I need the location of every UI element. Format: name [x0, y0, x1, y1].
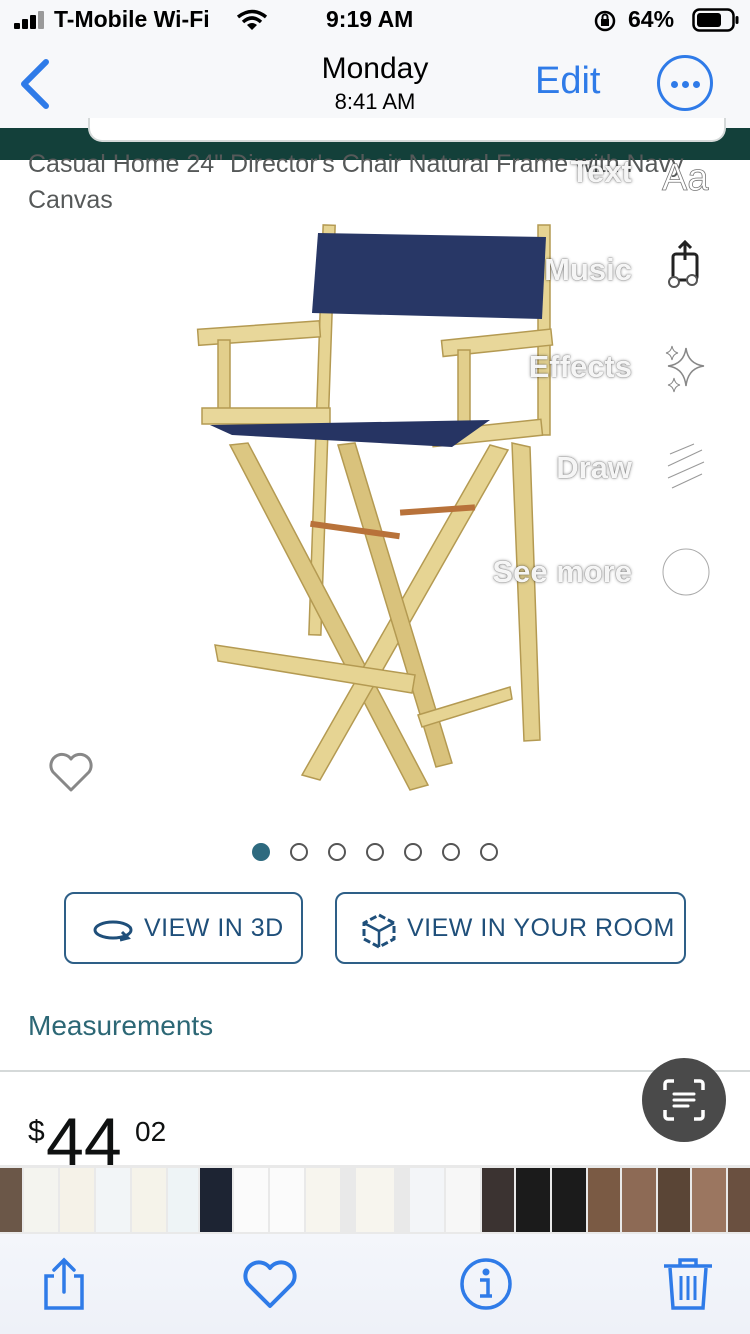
- rotate-3d-icon: [93, 920, 133, 942]
- carousel-dot[interactable]: [252, 843, 270, 861]
- carrier-label: T-Mobile Wi-Fi: [54, 6, 210, 32]
- carousel-dot[interactable]: [366, 843, 384, 861]
- overlay-music-label[interactable]: Music: [544, 252, 632, 288]
- status-bar: T-Mobile Wi-Fi 9:19 AM 64%: [0, 0, 750, 40]
- photo-thumbnail[interactable]: [0, 1168, 22, 1232]
- carousel-dot[interactable]: [290, 843, 308, 861]
- photo-thumbnail[interactable]: [270, 1168, 304, 1232]
- view-in-3d-label: VIEW IN 3D: [144, 914, 284, 942]
- battery-percent: 64%: [628, 6, 675, 32]
- text-scan-icon: [663, 1079, 705, 1121]
- photo-thumbnail[interactable]: [132, 1168, 166, 1232]
- nav-time: 8:41 AM: [334, 89, 416, 114]
- overlay-draw-label[interactable]: Draw: [556, 450, 632, 486]
- photo-thumbnail[interactable]: [234, 1168, 268, 1232]
- carousel-dot[interactable]: [442, 843, 460, 861]
- overlay-see-more-label[interactable]: See more: [492, 554, 632, 590]
- photo-thumbnail-strip[interactable]: [0, 1165, 750, 1235]
- photo-thumbnail[interactable]: [410, 1168, 444, 1232]
- text-aa-icon[interactable]: Aa: [660, 150, 712, 202]
- photo-thumbnail[interactable]: [728, 1168, 750, 1232]
- view-in-your-room-button[interactable]: VIEW IN YOUR ROOM: [335, 892, 686, 964]
- chevron-circle-icon[interactable]: [660, 546, 712, 598]
- nav-day: Monday: [321, 52, 429, 85]
- photo-toolbar: [0, 1234, 750, 1334]
- share-icon[interactable]: [36, 1256, 92, 1312]
- photo-thumbnail[interactable]: [60, 1168, 94, 1232]
- more-options-icon[interactable]: [657, 55, 713, 111]
- favorite-heart-icon[interactable]: [242, 1256, 298, 1312]
- photo-thumbnail[interactable]: [306, 1168, 340, 1232]
- view-in-your-room-label: VIEW IN YOUR ROOM: [407, 914, 675, 942]
- measurements-link[interactable]: Measurements: [28, 1010, 213, 1042]
- carousel-dot[interactable]: [480, 843, 498, 861]
- photo-thumbnail[interactable]: [168, 1168, 198, 1232]
- wifi-icon: [236, 9, 268, 30]
- live-text-scan-button[interactable]: [642, 1058, 726, 1142]
- photo-thumbnail-selected[interactable]: [356, 1168, 394, 1232]
- photo-thumbnail[interactable]: [552, 1168, 586, 1232]
- photo-thumbnail[interactable]: [96, 1168, 130, 1232]
- search-bar-edge: [88, 118, 726, 142]
- photo-thumbnail[interactable]: [692, 1168, 726, 1232]
- carousel-dot[interactable]: [328, 843, 346, 861]
- photo-thumbnail[interactable]: [200, 1168, 232, 1232]
- info-icon[interactable]: [458, 1256, 514, 1312]
- carousel-dot[interactable]: [404, 843, 422, 861]
- photo-thumbnail[interactable]: [446, 1168, 480, 1232]
- photo-thumbnail[interactable]: [658, 1168, 690, 1232]
- music-icon[interactable]: [660, 240, 712, 292]
- overlay-effects-label[interactable]: Effects: [529, 349, 632, 385]
- photo-thumbnail[interactable]: [24, 1168, 58, 1232]
- price-currency: $: [28, 1115, 45, 1148]
- divider: [0, 1070, 750, 1072]
- price-fraction: 02: [135, 1116, 167, 1147]
- photo-thumbnail[interactable]: [588, 1168, 620, 1232]
- cellular-signal-icon: [14, 11, 48, 29]
- ar-cube-icon: [362, 913, 396, 949]
- photo-thumbnail[interactable]: [622, 1168, 656, 1232]
- orientation-lock-icon: [594, 10, 616, 32]
- clock: 9:19 AM: [326, 6, 414, 32]
- battery-icon: [692, 8, 739, 32]
- edit-button[interactable]: Edit: [535, 60, 600, 103]
- svg-text:Aa: Aa: [662, 157, 709, 199]
- wishlist-heart-icon[interactable]: [48, 750, 94, 794]
- photo-thumbnail[interactable]: [482, 1168, 514, 1232]
- product-image-directors-chair[interactable]: [190, 215, 570, 805]
- photo-thumbnail[interactable]: [516, 1168, 550, 1232]
- trash-icon[interactable]: [660, 1256, 716, 1312]
- scribble-icon[interactable]: [660, 440, 712, 492]
- overlay-text-label[interactable]: Text: [571, 154, 632, 190]
- view-in-3d-button[interactable]: VIEW IN 3D: [64, 892, 303, 964]
- sparkles-icon[interactable]: [660, 342, 712, 394]
